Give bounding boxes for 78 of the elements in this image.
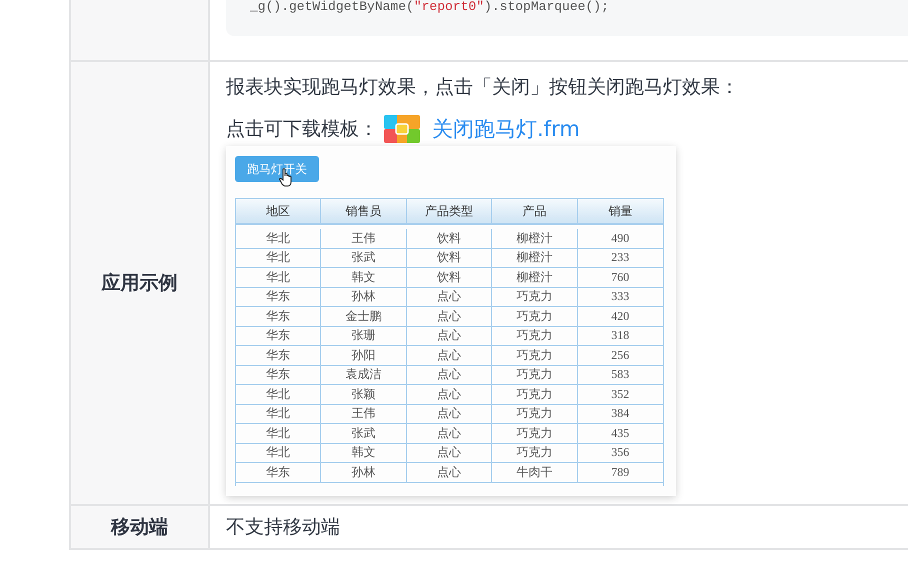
table-cell: 王伟 <box>321 229 407 248</box>
table-cell: 巧克力 <box>492 404 578 423</box>
table-cell: 华北 <box>236 424 322 442</box>
table-cell-text: 333 <box>610 288 630 306</box>
row-label: 应用示例 <box>71 62 210 504</box>
table-cell: 华东 <box>236 307 322 326</box>
table-cell: 袁成洁 <box>321 366 407 384</box>
table-cell-text: 435 <box>610 424 630 442</box>
table-cell-text: 356 <box>610 444 630 462</box>
cell-text: 不支持移动端 <box>226 515 341 540</box>
table-cell: 张珊 <box>321 326 407 345</box>
table-cell-text: 318 <box>610 327 630 344</box>
table-cell: 点心 <box>406 326 492 345</box>
table-cell: 华东 <box>236 366 322 384</box>
download-label: 点击可下载模板： <box>226 117 378 142</box>
table-cell: 柳橙汁 <box>492 268 578 286</box>
table-cell: 华东 <box>236 463 322 482</box>
table-cell: 巧克力 <box>492 366 578 384</box>
table-cell: 点心 <box>406 463 492 482</box>
table-cell: 点心 <box>406 346 492 364</box>
table-cell: 华东 <box>236 346 322 364</box>
table-cell-text: 490 <box>610 230 630 247</box>
table-cell: 孙阳 <box>321 346 407 364</box>
table-cell: 华北 <box>236 268 322 286</box>
table-cell: 点心 <box>406 444 492 462</box>
column-header: 产品 <box>492 199 578 223</box>
table-cell: 韩文 <box>321 268 407 286</box>
table-cell: 柳橙汁 <box>492 229 578 248</box>
table-cell: 点心 <box>406 307 492 326</box>
table-cell: 点心 <box>406 366 492 384</box>
table-cell-text: 233 <box>610 249 630 266</box>
table-cell: 巧克力 <box>492 307 578 326</box>
column-header: 地区 <box>236 199 322 223</box>
table-cell: 巧克力 <box>492 346 578 364</box>
table-cell: 点心 <box>406 404 492 423</box>
table-cell: 巧克力 <box>492 326 578 345</box>
column-header: 产品类型 <box>406 199 492 223</box>
table-cell: 点心 <box>406 288 492 306</box>
table-cell-text: 583 <box>610 366 630 384</box>
table-cell: 牛肉干 <box>492 463 578 482</box>
table-cell-text: 760 <box>610 268 630 286</box>
table-cell-text: 384 <box>610 405 630 422</box>
row-label: 移动端 <box>71 506 210 548</box>
table-cell: 饮料 <box>406 268 492 286</box>
table-cell: 华东 <box>236 288 322 306</box>
table-cell: 华北 <box>236 385 322 404</box>
table-cell: 柳橙汁 <box>492 248 578 267</box>
table-cell: 点心 <box>406 385 492 404</box>
table-cell: 华北 <box>236 444 322 462</box>
archive-icon <box>384 115 420 143</box>
table-cell: 饮料 <box>406 248 492 267</box>
table-cell: 巧克力 <box>492 385 578 404</box>
file-link[interactable]: 关闭跑马灯.frm <box>432 115 580 143</box>
table-cell: 金士鹏 <box>321 307 407 326</box>
table-cell: 巧克力 <box>492 444 578 462</box>
table-cell: 华北 <box>236 404 322 423</box>
table-cell: 华北 <box>236 229 322 248</box>
column-header: 销售员 <box>321 199 407 223</box>
table-cell: 点心 <box>406 424 492 442</box>
table-cell-text: 420 <box>610 308 630 325</box>
table-cell: 孙林 <box>321 463 407 482</box>
table-cell: 巧克力 <box>492 288 578 306</box>
table-cell: 张颖 <box>321 385 407 404</box>
description-text: 报表块实现跑马灯效果，点击「关闭」按钮关闭跑马灯效果： <box>226 75 740 100</box>
table-cell: 王伟 <box>321 404 407 423</box>
table-cell-text: 256 <box>610 346 630 364</box>
table-cell-text: 352 <box>610 386 630 403</box>
table-cell: 饮料 <box>406 229 492 248</box>
table-cell: 韩文 <box>321 444 407 462</box>
table-cell: 孙林 <box>321 288 407 306</box>
column-header: 销量 <box>607 202 634 220</box>
table-cell: 华北 <box>236 248 322 267</box>
table-cell: 巧克力 <box>492 424 578 442</box>
code-line: _g().getWidgetByName("report0").stopMarquee(); <box>250 0 610 14</box>
table-cell: 华东 <box>236 326 322 345</box>
table-cell: 张武 <box>321 424 407 442</box>
table-cell-text: 789 <box>610 464 630 481</box>
table-cell: 张武 <box>321 248 407 267</box>
